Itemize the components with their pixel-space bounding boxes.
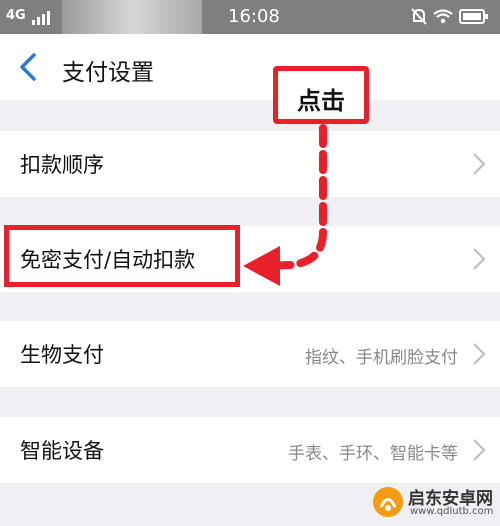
arrow-head-icon bbox=[243, 246, 280, 286]
callout-text: 点击 bbox=[297, 87, 345, 115]
watermark-logo-icon bbox=[373, 487, 403, 517]
tap-callout: 点击 bbox=[273, 66, 369, 124]
watermark: 启东安卓网 www.qdlutb.com bbox=[372, 484, 498, 524]
arrow-annotation bbox=[243, 124, 327, 286]
watermark-url: www.qdlutb.com bbox=[410, 506, 494, 517]
